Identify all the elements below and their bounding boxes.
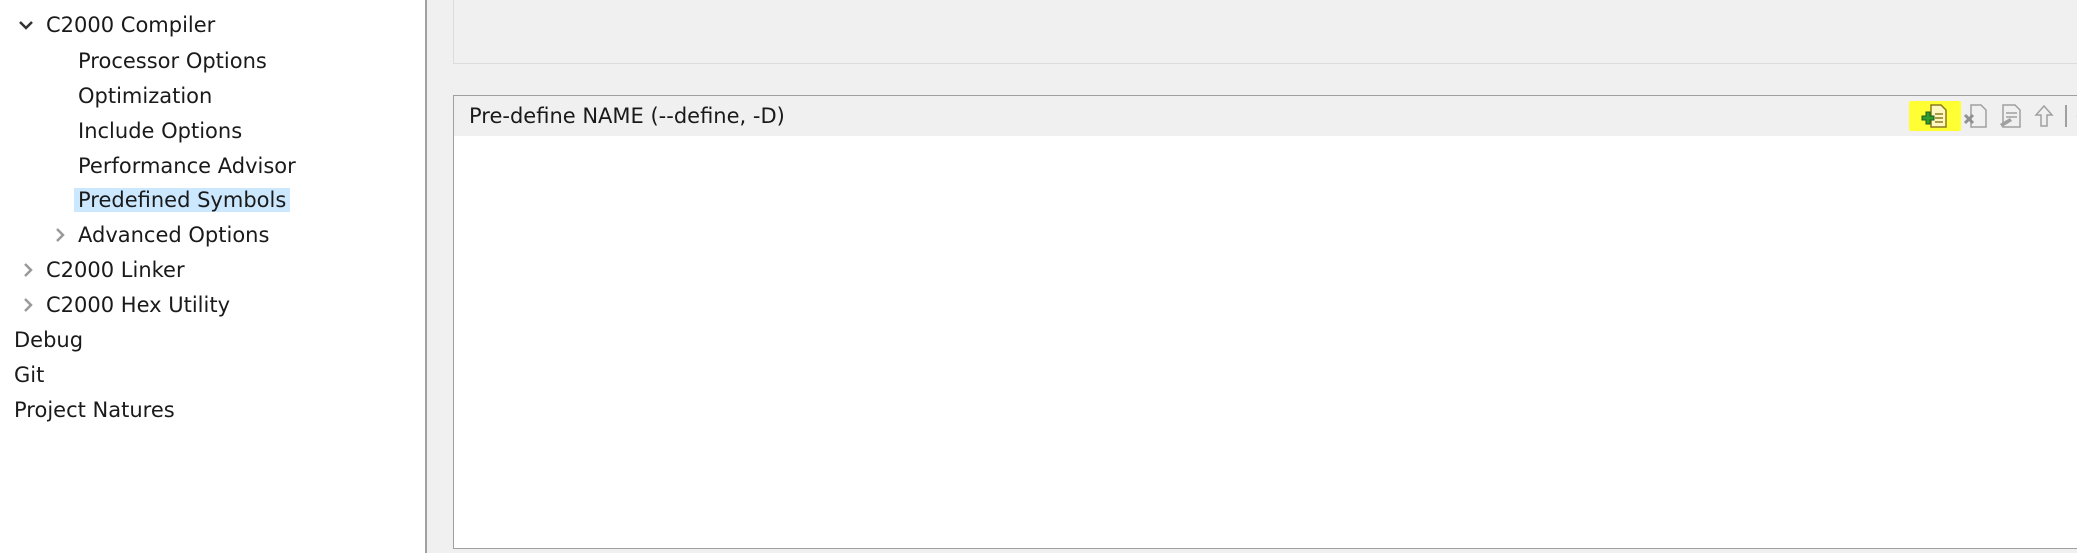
delete-icon — [1963, 104, 1987, 128]
move-up-icon — [2034, 104, 2054, 127]
delete-button[interactable] — [1961, 101, 1991, 131]
tree-item-debug[interactable]: Debug — [10, 324, 87, 356]
tree-item-label: C2000 Linker — [46, 258, 185, 282]
chevron-down-icon[interactable] — [18, 9, 34, 41]
tree-item-label: Debug — [14, 328, 84, 352]
defines-list[interactable] — [454, 136, 2077, 548]
list-toolbar — [1909, 101, 2077, 131]
tree-item-c2000-linker[interactable]: C2000 Linker — [18, 254, 189, 286]
toolbar-separator — [2065, 105, 2067, 127]
tree-item-project-natures[interactable]: Project Natures — [10, 394, 179, 426]
tree-item-label: Processor Options — [78, 49, 267, 73]
tree-item-optimization[interactable]: Optimization — [74, 80, 216, 112]
settings-tree: C2000 Compiler Processor Options Optimiz… — [0, 0, 425, 553]
edit-button[interactable] — [1995, 101, 2025, 131]
tree-item-git[interactable]: Git — [10, 359, 48, 391]
tree-item-label: Predefined Symbols — [74, 188, 291, 212]
tree-item-c2000-hex-utility[interactable]: C2000 Hex Utility — [18, 289, 234, 321]
list-title: Pre-define NAME (--define, -D) — [469, 104, 785, 128]
tree-item-performance-advisor[interactable]: Performance Advisor — [74, 150, 300, 182]
predefine-name-list-panel: Pre-define NAME (--define, -D) — [453, 95, 2077, 549]
tree-item-label: C2000 Compiler — [46, 13, 216, 37]
chevron-right-icon[interactable] — [52, 219, 68, 251]
tree-item-processor-options[interactable]: Processor Options — [74, 45, 271, 77]
chevron-right-icon[interactable] — [20, 289, 36, 321]
move-down-button[interactable] — [2071, 101, 2077, 131]
tree-item-label: Git — [14, 363, 45, 387]
edit-icon — [2000, 104, 2021, 128]
chevron-right-icon[interactable] — [20, 254, 36, 286]
settings-group-box — [453, 0, 2077, 64]
tree-item-label: Advanced Options — [78, 223, 270, 247]
tree-item-advanced-options[interactable]: Advanced Options — [50, 219, 273, 251]
tree-item-label: Optimization — [78, 84, 213, 108]
move-up-button[interactable] — [2029, 101, 2059, 131]
tree-item-label: Performance Advisor — [78, 154, 296, 178]
tree-item-label: C2000 Hex Utility — [46, 293, 230, 317]
tree-item-include-options[interactable]: Include Options — [74, 115, 246, 147]
settings-pane: Pre-define NAME (--define, -D) — [427, 0, 2077, 553]
add-icon — [1921, 104, 1947, 128]
tree-item-c2000-compiler[interactable]: C2000 Compiler — [12, 9, 219, 41]
tree-item-label: Project Natures — [14, 398, 175, 422]
tree-item-predefined-symbols[interactable]: Predefined Symbols — [74, 184, 291, 216]
list-header: Pre-define NAME (--define, -D) — [454, 96, 2077, 136]
add-button[interactable] — [1909, 101, 1961, 131]
tree-item-label: Include Options — [78, 119, 243, 143]
